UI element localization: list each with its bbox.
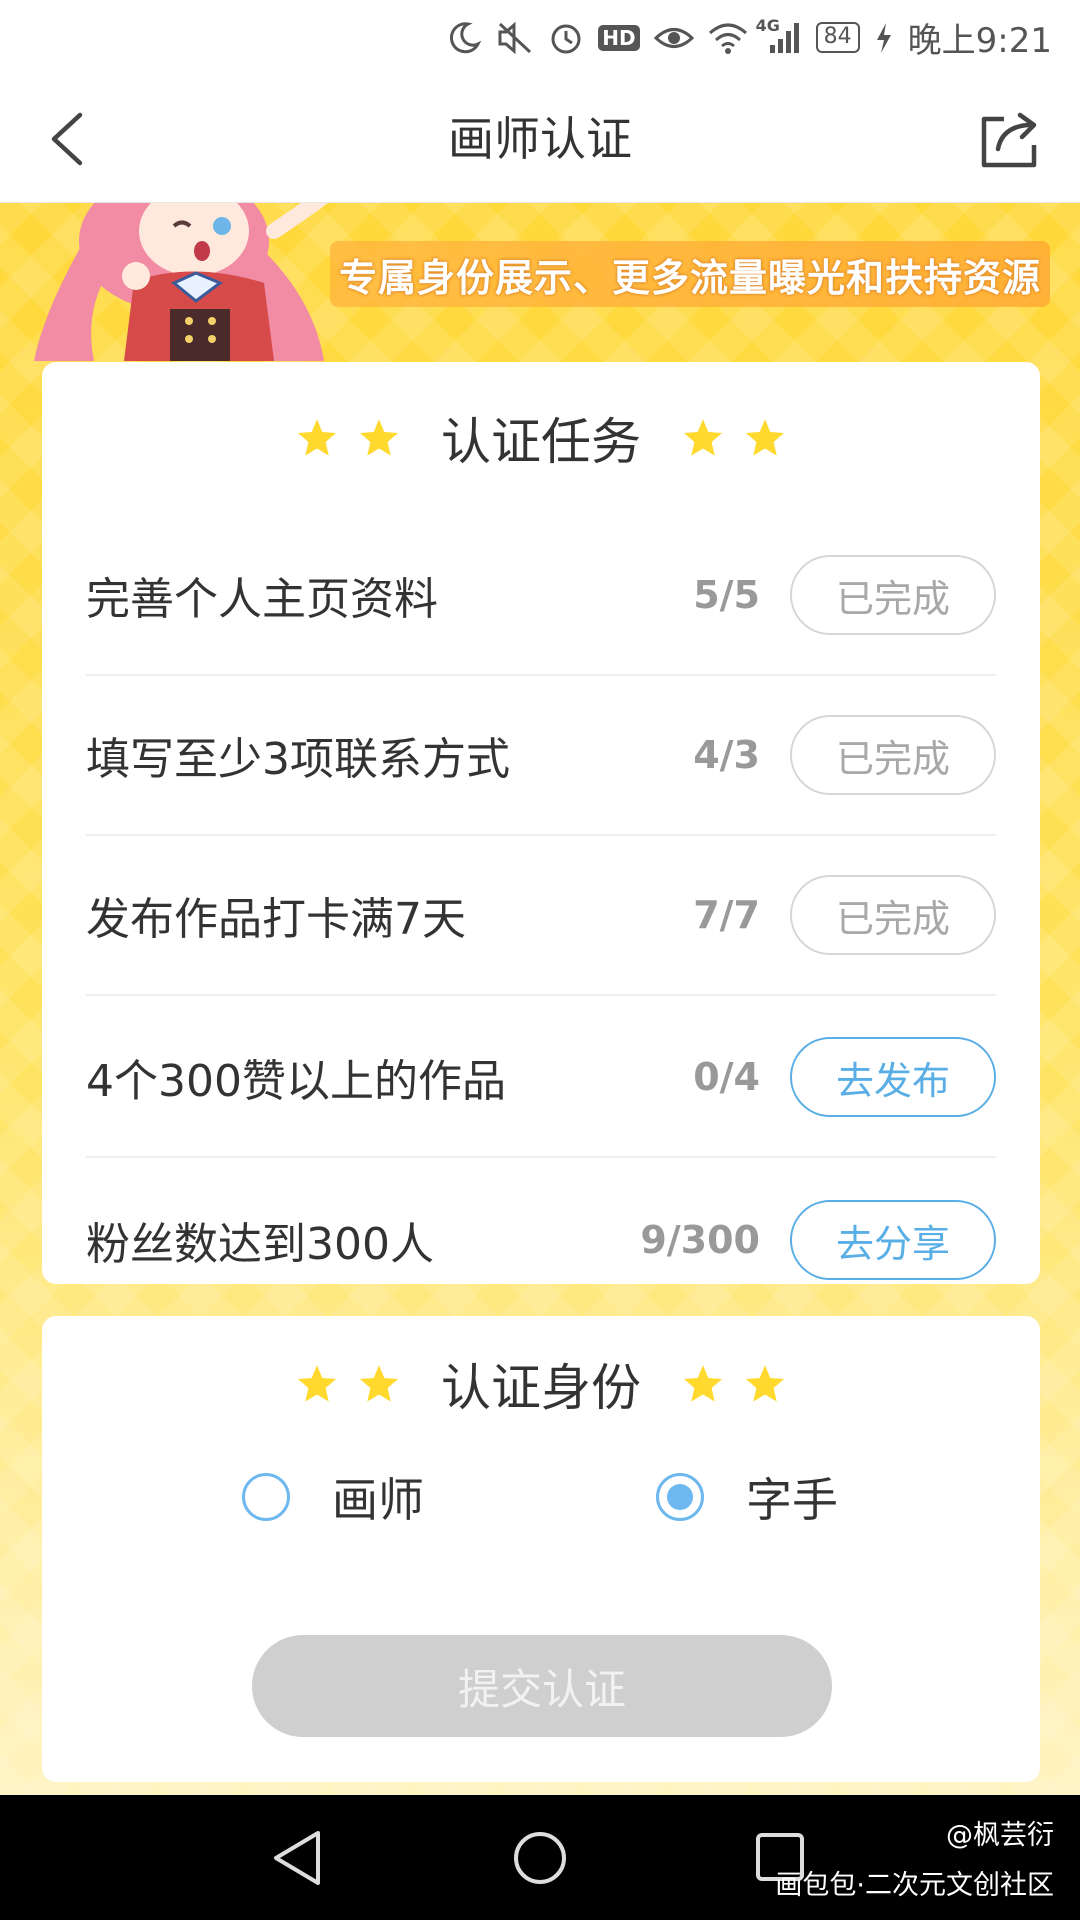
status-bar: HD 4G 84 晚上9:21 bbox=[0, 0, 1080, 75]
network-type-label: 4G bbox=[755, 15, 780, 35]
clock: 晚上9:21 bbox=[907, 21, 1052, 61]
eye-icon bbox=[653, 18, 694, 58]
radio-label: 字手 bbox=[746, 1473, 838, 1527]
task-label: 填写至少3项联系方式 bbox=[86, 734, 510, 785]
back-triangle-icon[interactable] bbox=[266, 1825, 332, 1891]
star-icon bbox=[359, 1365, 399, 1402]
task-row: 填写至少3项联系方式 4/3 已完成 bbox=[86, 676, 996, 836]
task-completed-button[interactable]: 已完成 bbox=[790, 555, 996, 635]
star-icon bbox=[359, 419, 399, 456]
banner-text: 专属身份展示、更多流量曝光和扶持资源 bbox=[338, 255, 1041, 300]
hd-icon: HD bbox=[598, 18, 640, 58]
task-card: 认证任务 完善个人主页资料 5/5 已完成 填写至少3项联系方式 4/3 已完成… bbox=[42, 362, 1040, 1284]
watermark-site: 画包包·二次元文创社区 bbox=[775, 1870, 1054, 1901]
task-completed-button[interactable]: 已完成 bbox=[790, 715, 996, 795]
nav-bar: 画师认证 bbox=[0, 75, 1080, 203]
banner: 专属身份展示、更多流量曝光和扶持资源 bbox=[330, 241, 1050, 307]
identity-card-header: 认证身份 bbox=[42, 1344, 1040, 1424]
submit-button[interactable]: 提交认证 bbox=[252, 1635, 832, 1737]
share-task-button[interactable]: 去分享 bbox=[790, 1200, 996, 1280]
share-button[interactable] bbox=[976, 105, 1044, 173]
mute-icon bbox=[496, 18, 534, 58]
star-icon bbox=[297, 419, 337, 456]
share-icon bbox=[981, 112, 1037, 168]
mascot-illustration bbox=[34, 203, 328, 361]
wifi-icon bbox=[708, 18, 748, 58]
identity-radio-group: 画师 字手 bbox=[42, 1450, 1040, 1530]
task-card-title: 认证任务 bbox=[441, 413, 641, 471]
radio-option-writer[interactable]: 字手 bbox=[656, 1464, 838, 1530]
alarm-icon bbox=[548, 18, 584, 58]
task-completed-button[interactable]: 已完成 bbox=[790, 875, 996, 955]
system-nav-bar: @枫芸衍 画包包·二次元文创社区 bbox=[0, 1795, 1080, 1920]
task-progress: 7/7 bbox=[693, 893, 760, 937]
star-icon bbox=[683, 1365, 723, 1402]
signal-icon: 4G bbox=[756, 16, 802, 58]
task-progress: 4/3 bbox=[693, 733, 760, 777]
task-row: 发布作品打卡满7天 7/7 已完成 bbox=[86, 836, 996, 996]
publish-button[interactable]: 去发布 bbox=[790, 1037, 996, 1117]
task-progress: 9/300 bbox=[640, 1218, 760, 1262]
task-label: 发布作品打卡满7天 bbox=[86, 894, 466, 945]
radio-button[interactable] bbox=[242, 1473, 290, 1521]
task-label: 4个300赞以上的作品 bbox=[86, 1056, 506, 1107]
page-title: 画师认证 bbox=[448, 112, 632, 166]
radio-option-painter[interactable]: 画师 bbox=[242, 1464, 424, 1530]
watermark-author: @枫芸衍 bbox=[946, 1820, 1054, 1851]
content-area: 专属身份展示、更多流量曝光和扶持资源 认证任务 完善个人主页资料 5/5 已完成… bbox=[0, 203, 1080, 1795]
identity-card: 认证身份 画师 字手 提交认证 bbox=[42, 1316, 1040, 1782]
star-icon bbox=[683, 419, 723, 456]
task-progress: 5/5 bbox=[693, 573, 760, 617]
charging-icon bbox=[874, 18, 894, 58]
task-label: 粉丝数达到300人 bbox=[86, 1219, 434, 1270]
task-row: 粉丝数达到300人 9/300 去分享 bbox=[86, 1160, 996, 1320]
moon-icon bbox=[446, 18, 482, 58]
star-icon bbox=[745, 1365, 785, 1402]
star-icon bbox=[745, 419, 785, 456]
battery-icon: 84 bbox=[815, 18, 860, 58]
task-row: 4个300赞以上的作品 0/4 去发布 bbox=[86, 998, 996, 1158]
task-row: 完善个人主页资料 5/5 已完成 bbox=[86, 516, 996, 676]
radio-label: 画师 bbox=[332, 1473, 424, 1527]
star-icon bbox=[297, 1365, 337, 1402]
task-progress: 0/4 bbox=[693, 1055, 760, 1099]
task-card-header: 认证任务 bbox=[42, 398, 1040, 478]
radio-button-selected[interactable] bbox=[656, 1473, 704, 1521]
identity-card-title: 认证身份 bbox=[441, 1359, 641, 1417]
task-label: 完善个人主页资料 bbox=[86, 574, 438, 625]
home-circle-icon[interactable] bbox=[507, 1825, 573, 1891]
